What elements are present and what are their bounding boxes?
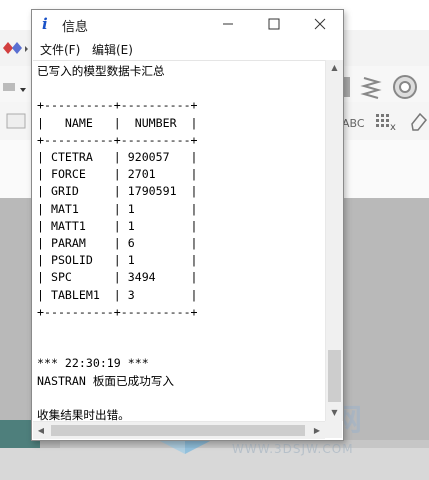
- message-text-area[interactable]: 已写入的模型数据卡汇总 +----------+----------+ | NA…: [33, 60, 325, 422]
- message-line: +----------+----------+: [37, 304, 198, 319]
- horizontal-scrollbar[interactable]: ◀ ▶: [33, 421, 325, 439]
- message-text: 已写入的模型数据卡汇总 +----------+----------+ | NA…: [33, 61, 325, 422]
- message-line: | GRID | 1790591 |: [37, 184, 198, 199]
- scroll-right-arrow-icon[interactable]: ▶: [309, 422, 325, 439]
- message-line: 收集结果时出错。: [37, 408, 130, 422]
- dialog-titlebar[interactable]: i 信息: [32, 10, 343, 39]
- minimize-button[interactable]: [205, 10, 251, 39]
- dialog-title: 信息: [62, 20, 89, 35]
- minimize-icon: [223, 23, 233, 25]
- scroll-down-arrow-icon[interactable]: ▼: [326, 405, 343, 421]
- menu-edit[interactable]: 编辑(E): [92, 41, 133, 58]
- message-line: | MATT1 | 1 |: [37, 218, 198, 233]
- vertical-scroll-thumb[interactable]: [328, 350, 341, 402]
- toolbar-icon[interactable]: [2, 80, 26, 94]
- maximize-icon: [268, 18, 280, 30]
- message-line: | MAT1 | 1 |: [37, 201, 198, 216]
- bearing-icon[interactable]: [392, 74, 418, 100]
- close-button[interactable]: [297, 10, 343, 39]
- horizontal-scroll-thumb[interactable]: [51, 425, 305, 436]
- message-line: +----------+----------+: [37, 98, 198, 113]
- message-line: *** 22:30:19 ***: [37, 356, 149, 371]
- scrollbar-corner: [325, 421, 342, 438]
- abc-icon[interactable]: ABC: [342, 117, 365, 130]
- x-subscript-label: x: [390, 122, 396, 133]
- scroll-up-arrow-icon[interactable]: ▲: [326, 60, 343, 76]
- message-line: NASTRAN 板面已成功写入: [37, 373, 174, 388]
- message-line: | NAME | NUMBER |: [37, 115, 198, 130]
- info-dialog: i 信息 文件(F) 编辑(E) 已写入的模型数据卡汇总 +----------…: [31, 9, 344, 441]
- message-line: 已写入的模型数据卡汇总: [37, 64, 165, 78]
- vertical-scrollbar[interactable]: ▲ ▼: [325, 60, 343, 421]
- message-line: | PARAM | 6 |: [37, 236, 198, 251]
- message-line: | PSOLID | 1 |: [37, 253, 198, 268]
- watermark-url: WWW.3DSJW.COM: [232, 442, 354, 456]
- shape-icon[interactable]: [2, 40, 28, 56]
- message-line: | CTETRA | 920057 |: [37, 150, 198, 165]
- message-line: | SPC | 3494 |: [37, 270, 198, 285]
- close-icon: [314, 18, 326, 30]
- menu-file[interactable]: 文件(F): [40, 41, 80, 58]
- message-line: | FORCE | 2701 |: [37, 167, 198, 182]
- eraser-icon[interactable]: [408, 110, 428, 132]
- message-line: +----------+----------+: [37, 132, 198, 147]
- maximize-button[interactable]: [251, 10, 297, 39]
- info-icon: i: [42, 15, 48, 33]
- menu-bar: 文件(F) 编辑(E): [32, 39, 343, 59]
- spring-icon[interactable]: [360, 74, 382, 100]
- message-line: | TABLEM1 | 3 |: [37, 287, 198, 302]
- scroll-left-arrow-icon[interactable]: ◀: [33, 422, 49, 439]
- abc-small-icon[interactable]: [6, 110, 26, 132]
